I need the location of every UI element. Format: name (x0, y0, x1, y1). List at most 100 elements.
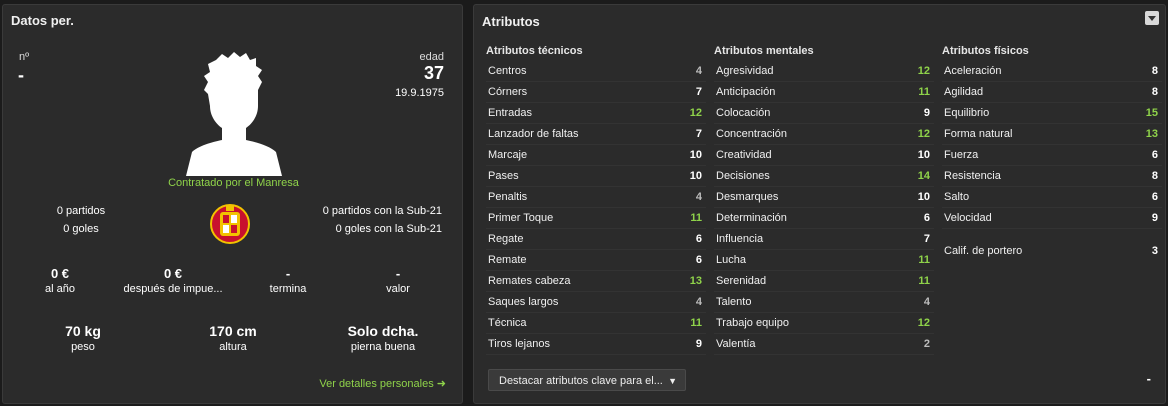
attribute-value: 10 (917, 191, 930, 203)
attribute-name: Pases (488, 170, 519, 182)
wage-label: al año (45, 283, 75, 295)
attribute-row: Creatividad 10 (714, 145, 934, 166)
contract-end-label: termina (269, 283, 307, 295)
attribute-name: Primer Toque (488, 212, 554, 224)
attribute-value: 11 (918, 275, 930, 287)
attribute-row: Valentía 2 (714, 334, 934, 355)
attribute-value: 12 (917, 128, 930, 140)
attribute-value: 11 (690, 212, 702, 224)
highlight-key-attributes-dropdown[interactable]: Destacar atributos clave para el... ▼ (488, 369, 686, 391)
attribute-value: 12 (917, 65, 930, 77)
view-personal-details-link[interactable]: Ver detalles personales ➜ (319, 377, 446, 390)
attribute-row: Técnica 11 (486, 313, 706, 334)
attribute-value: 6 (923, 212, 930, 224)
number-value: - (18, 65, 24, 85)
attribute-value: 12 (917, 317, 930, 329)
attribute-row: Remates cabeza 13 (486, 271, 706, 292)
attribute-row: Remate 6 (486, 250, 706, 271)
attribute-row: Salto 6 (942, 187, 1162, 208)
attribute-row: Anticipación 11 (714, 82, 934, 103)
attribute-row: Tiros lejanos 9 (486, 334, 706, 355)
attribute-name: Equilibrio (944, 107, 990, 119)
attribute-name: Concentración (716, 128, 787, 140)
attribute-row: Pases 10 (486, 166, 706, 187)
attribute-name: Lucha (716, 254, 746, 266)
attribute-row: Agresividad 12 (714, 61, 934, 82)
attribute-row: Concentración 12 (714, 124, 934, 145)
attribute-row: Centros 4 (486, 61, 706, 82)
attribute-row: Saques largos 4 (486, 292, 706, 313)
physical-attributes-column: Atributos físicos Aceleración 8 Agilidad 8 E… (942, 41, 1162, 261)
weight-value: 70 kg (65, 323, 101, 339)
personal-panel-title: Datos per. (11, 13, 74, 28)
attribute-row: Córners 7 (486, 82, 706, 103)
attribute-row: Influencia 7 (714, 229, 934, 250)
attribute-row: Forma natural 13 (942, 124, 1162, 145)
attribute-value: 11 (918, 254, 930, 266)
attribute-name: Tiros lejanos (488, 338, 550, 350)
chevron-down-icon: ▼ (668, 376, 677, 386)
attribute-row: Entradas 12 (486, 103, 706, 124)
player-avatar-silhouette (186, 52, 282, 176)
attribute-row: Determinación 6 (714, 208, 934, 229)
attribute-value: 10 (917, 149, 930, 161)
attribute-row: Resistencia 8 (942, 166, 1162, 187)
attribute-name: Salto (944, 191, 970, 203)
attribute-row: Colocación 9 (714, 103, 934, 124)
goalkeeper-rating-label: Calif. de portero (944, 245, 1023, 257)
attributes-panel-title: Atributos (482, 14, 540, 29)
attribute-value: 8 (1151, 65, 1158, 77)
attribute-name: Centros (488, 65, 527, 77)
caps-count: 0 partidos (56, 205, 106, 217)
attribute-value: 7 (695, 128, 702, 140)
preferred-foot-value: Solo dcha. (347, 323, 419, 339)
attribute-value: 10 (689, 149, 702, 161)
value-label: valor (386, 283, 410, 295)
panel-menu-dropdown-icon[interactable] (1145, 11, 1159, 25)
highlight-dropdown-label: Destacar atributos clave para el... (499, 375, 663, 387)
attribute-row: Lucha 11 (714, 250, 934, 271)
attribute-value: 8 (1151, 170, 1158, 182)
attribute-row: Regate 6 (486, 229, 706, 250)
attribute-row: Trabajo equipo 12 (714, 313, 934, 334)
attribute-value: 10 (689, 170, 702, 182)
attribute-value: 13 (1145, 128, 1158, 140)
attribute-row: Serenidad 11 (714, 271, 934, 292)
attribute-row: Lanzador de faltas 7 (486, 124, 706, 145)
attribute-value: 6 (1151, 191, 1158, 203)
national-federation-crest-icon (210, 204, 250, 244)
attribute-name: Penaltis (488, 191, 528, 203)
attribute-name: Influencia (716, 233, 764, 245)
attribute-value: 6 (1151, 149, 1158, 161)
attribute-name: Técnica (488, 317, 527, 329)
technical-attributes-header: Atributos técnicos (486, 45, 583, 57)
attribute-row: Talento 4 (714, 292, 934, 313)
attribute-value: 9 (923, 107, 930, 119)
attribute-value: 2 (923, 338, 930, 350)
attribute-name: Agresividad (716, 65, 774, 77)
attribute-name: Remates cabeza (488, 275, 571, 287)
goals-count: 0 goles (63, 223, 99, 235)
attribute-name: Talento (716, 296, 752, 308)
attribute-name: Entradas (488, 107, 533, 119)
attribute-name: Saques largos (488, 296, 559, 308)
attribute-value: 15 (1145, 107, 1158, 119)
attribute-name: Regate (488, 233, 524, 245)
mental-attributes-column: Atributos mentales Agresividad 12 Anticipa… (714, 41, 934, 355)
date-of-birth: 19.9.1975 (395, 87, 444, 99)
height-value: 170 cm (209, 323, 257, 339)
mental-attributes-header: Atributos mentales (714, 45, 814, 57)
attribute-name: Lanzador de faltas (488, 128, 579, 140)
attribute-row: Agilidad 8 (942, 82, 1162, 103)
attribute-value: 9 (1151, 212, 1158, 224)
attribute-value: 7 (695, 86, 702, 98)
physical-attributes-header: Atributos físicos (942, 45, 1029, 57)
attribute-name: Determinación (716, 212, 787, 224)
attribute-value: 4 (695, 191, 702, 203)
attributes-panel: Atributos Atributos técnicos Centros 4 Cór… (473, 4, 1166, 404)
personal-details-panel: Datos per. nº - edad 37 19.9.1975 Contra… (2, 4, 463, 404)
goalkeeper-rating-row: Calif. de portero 3 (942, 241, 1162, 261)
attribute-name: Córners (488, 86, 528, 98)
attribute-row: Marcaje 10 (486, 145, 706, 166)
contract-end-value: - (285, 266, 291, 281)
